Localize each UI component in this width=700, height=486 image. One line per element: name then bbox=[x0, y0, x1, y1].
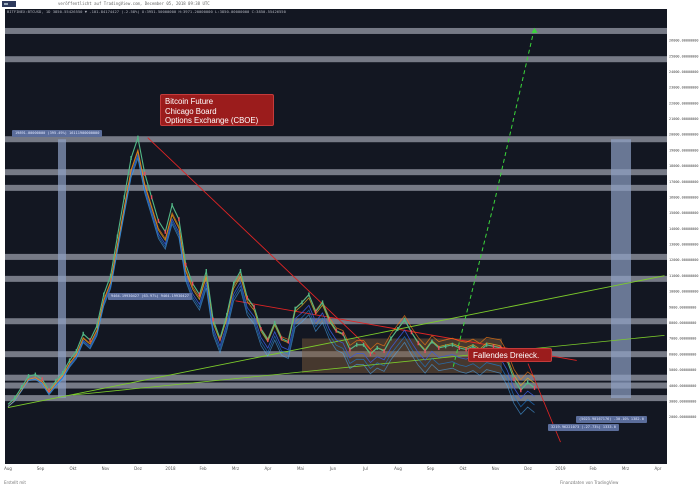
x-tick-13: Sep bbox=[427, 466, 435, 471]
x-tick-17: 2019 bbox=[555, 466, 566, 471]
shade-left bbox=[58, 139, 66, 399]
x-tick-7: Mrz bbox=[232, 466, 239, 471]
level-band-10 bbox=[5, 382, 667, 389]
footer-right: Finanzdaten von TradingView bbox=[560, 480, 619, 485]
level-band-6 bbox=[5, 275, 667, 282]
level-band-3 bbox=[5, 169, 667, 176]
x-tick-18: Feb bbox=[589, 466, 597, 471]
y-tick-20000: 20000.00000000 bbox=[669, 133, 699, 137]
y-tick-6000: 6000.00000000 bbox=[669, 352, 696, 356]
level-band-4 bbox=[5, 184, 667, 191]
y-tick-23000: 23000.00000000 bbox=[669, 86, 699, 90]
level-band-1 bbox=[5, 56, 667, 63]
y-tick-9000: 9000.00000000 bbox=[669, 305, 696, 309]
x-tick-1: Sep bbox=[37, 466, 45, 471]
y-tick-24000: 24000.00000000 bbox=[669, 70, 699, 74]
y-tick-13000: 13000.00000000 bbox=[669, 243, 699, 247]
y-tick-3000: 3000.00000000 bbox=[669, 399, 696, 403]
y-tick-25000: 25000.00000000 bbox=[669, 54, 699, 58]
price-tag-low-2: 3219.96221073 (-27.73%) 1333.0 bbox=[548, 424, 619, 431]
y-tick-15000: 15000.00000000 bbox=[669, 211, 699, 215]
level-band-11 bbox=[5, 395, 667, 402]
level-band-2 bbox=[5, 136, 667, 143]
callout-cboe-line-1: Bitcoin Future bbox=[165, 97, 214, 106]
y-tick-21000: 21000.00000000 bbox=[669, 117, 699, 121]
y-tick-12000: 12000.00000000 bbox=[669, 258, 699, 262]
callout-cboe-line-2: Chicago Board bbox=[165, 106, 217, 116]
callout-cboe: Bitcoin Future Chicago Board Options Exc… bbox=[160, 94, 274, 126]
x-tick-0: Aug bbox=[4, 466, 12, 471]
x-tick-16: Dez bbox=[524, 466, 532, 471]
price-tag-mid: 9464.19930427 (63.97%) 9464.19930427 bbox=[108, 293, 192, 300]
x-tick-8: Apr bbox=[265, 466, 272, 471]
x-tick-3: Nov bbox=[102, 466, 110, 471]
y-tick-4000: 4000.00000000 bbox=[669, 384, 696, 388]
price-tag-high: 19891.00000000 (395.49%) 16111900000000 bbox=[12, 130, 103, 137]
y-tick-14000: 14000.00000000 bbox=[669, 227, 699, 231]
level-band-0 bbox=[5, 27, 667, 34]
x-tick-12: Aug bbox=[394, 466, 402, 471]
price-tag-low-1: (5023.90167176) -30.10% 1382.0 bbox=[576, 416, 647, 423]
x-tick-9: Mai bbox=[297, 466, 304, 471]
chart-frame: veröffentlicht auf TradingView.com, Dece… bbox=[0, 0, 700, 486]
y-tick-16000: 16000.00000000 bbox=[669, 195, 699, 199]
y-tick-11000: 11000.00000000 bbox=[669, 274, 699, 278]
y-tick-7000: 7000.00000000 bbox=[669, 337, 696, 341]
x-tick-15: Nov bbox=[492, 466, 500, 471]
x-tick-11: Jul bbox=[362, 466, 368, 471]
y-tick-17000: 17000.00000000 bbox=[669, 180, 699, 184]
x-axis: Aug Sep Okt Nov Dez 2018 Feb Mrz Apr Mai Jun Jul Aug… bbox=[4, 466, 662, 471]
callout-cboe-line-3: Options Exchange (CBOE) bbox=[165, 116, 259, 125]
y-tick-2000: 2000.00000000 bbox=[669, 415, 696, 419]
callout-falling-triangle: Fallendes Dreieck. bbox=[468, 348, 552, 362]
x-tick-10: Jun bbox=[329, 466, 337, 471]
footer-left: Erstellt mit bbox=[4, 480, 26, 485]
x-tick-6: Feb bbox=[199, 466, 207, 471]
y-tick-22000: 22000.00000000 bbox=[669, 101, 699, 105]
level-band-9 bbox=[5, 374, 667, 381]
x-tick-5: 2018 bbox=[165, 466, 176, 471]
level-band-7 bbox=[5, 318, 667, 325]
price-chart[interactable]: BITFINEX:BTCUSD, 1D 3850.55426550 ▼ -101… bbox=[0, 0, 700, 486]
x-tick-2: Okt bbox=[69, 466, 76, 471]
level-band-5 bbox=[5, 253, 667, 260]
y-tick-10000: 10000.00000000 bbox=[669, 290, 699, 294]
y-tick-19000: 19000.00000000 bbox=[669, 148, 699, 152]
y-tick-18000: 18000.00000000 bbox=[669, 164, 699, 168]
x-tick-19: Mrz bbox=[622, 466, 629, 471]
y-tick-8000: 8000.00000000 bbox=[669, 321, 696, 325]
x-tick-20: Apr bbox=[655, 466, 662, 471]
x-tick-4: Dez bbox=[134, 466, 142, 471]
y-tick-26000: 26000.00000000 bbox=[669, 39, 699, 43]
shade-right bbox=[611, 139, 631, 399]
symbol-line: BITFINEX:BTCUSD, 1D 3850.55426550 ▼ -101… bbox=[7, 9, 287, 14]
y-tick-5000: 5000.00000000 bbox=[669, 368, 696, 372]
x-tick-14: Okt bbox=[459, 466, 466, 471]
